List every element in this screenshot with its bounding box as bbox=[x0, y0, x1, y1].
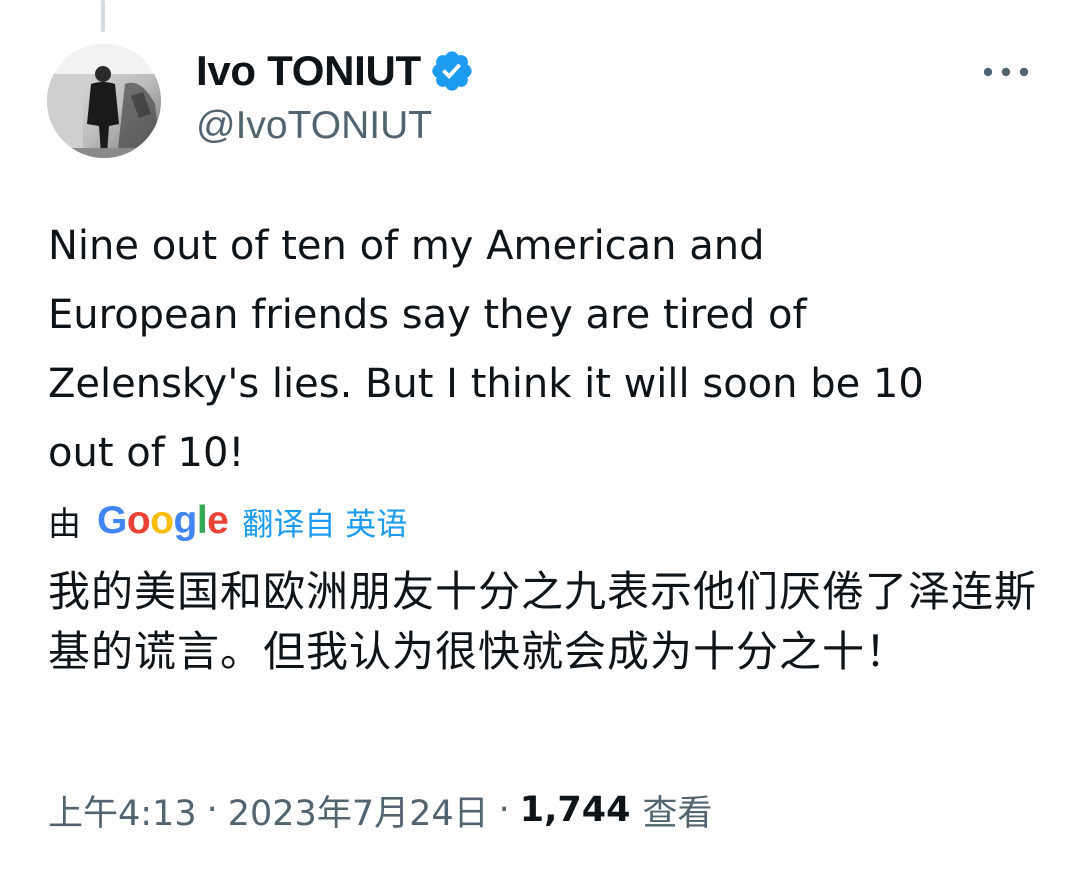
translated-from-link[interactable]: 翻译自 英语 bbox=[242, 499, 407, 544]
google-logo-letter: o bbox=[126, 499, 151, 542]
translated-text: 我的美国和欧洲朋友十分之九表示他们厌倦了泽连斯基的谎言。但我认为很快就会成为十分… bbox=[48, 567, 1038, 676]
tweet-time[interactable]: 上午4:13 bbox=[48, 785, 197, 836]
author-display-name[interactable]: Ivo TONIUT bbox=[196, 47, 421, 95]
author-line: Ivo TONIUT bbox=[196, 46, 475, 96]
google-logo: Google bbox=[97, 499, 229, 543]
meta-separator: · bbox=[498, 790, 510, 830]
google-logo-letter: g bbox=[173, 499, 198, 542]
google-logo-letter: e bbox=[207, 499, 229, 542]
more-options-button[interactable] bbox=[978, 55, 1034, 89]
views-label[interactable]: 查看 bbox=[643, 785, 713, 836]
translation-attribution: 由 Google 翻译自 英语 bbox=[48, 496, 407, 546]
tweet-date[interactable]: 2023年7月24日 bbox=[228, 785, 489, 836]
author-handle[interactable]: @IvoTONIUT bbox=[196, 104, 432, 148]
google-logo-letter: G bbox=[97, 499, 127, 542]
translation-by-label: 由 bbox=[48, 504, 81, 543]
verified-badge-icon[interactable] bbox=[429, 48, 475, 94]
thread-connector-line bbox=[101, 0, 105, 32]
tweet-text: Nine out of ten of my American and Europ… bbox=[48, 223, 924, 476]
more-options-icon bbox=[983, 67, 1029, 77]
avatar-photo bbox=[47, 44, 161, 158]
google-logo-letter: o bbox=[150, 499, 174, 542]
view-count[interactable]: 1,744 bbox=[520, 790, 631, 830]
avatar[interactable] bbox=[47, 44, 161, 158]
google-logo-letter: l bbox=[196, 499, 208, 542]
tweet-metadata: 上午4:13 · 2023年7月24日 · 1,744 查看 bbox=[48, 784, 713, 836]
meta-separator: · bbox=[206, 790, 218, 830]
